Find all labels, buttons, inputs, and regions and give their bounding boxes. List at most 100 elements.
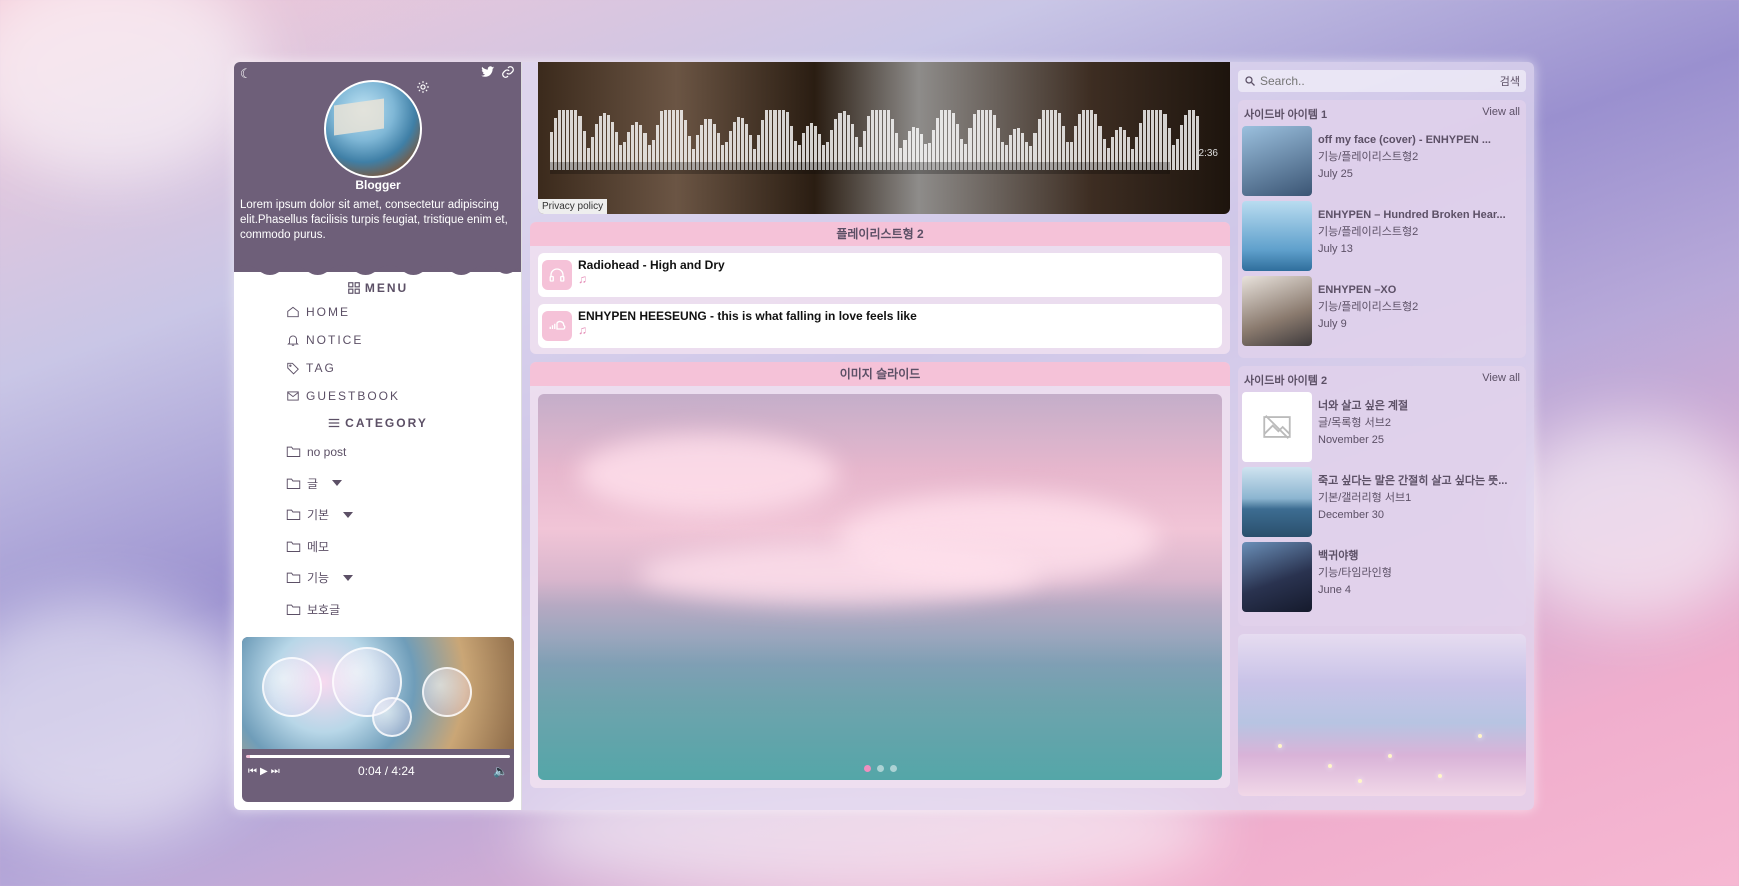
post-thumbnail (1242, 467, 1312, 537)
thumbnail-strip (550, 162, 1170, 174)
category-item-no-post[interactable]: no post (234, 436, 521, 468)
sidebar-post[interactable]: 백귀야행 기능/타임라인형 June 4 (1242, 542, 1522, 617)
waveform-bar (988, 110, 992, 170)
view-all-link[interactable]: View all (1482, 372, 1520, 388)
left-sidebar: ☾ Blogger Lorem ipsum dolor sit amet, co… (234, 62, 522, 810)
sidebar-banner-image (1238, 634, 1526, 796)
category-item-gineung[interactable]: 기능 (234, 562, 521, 594)
waveform-bar (1090, 110, 1094, 170)
search-icon (1245, 76, 1255, 86)
album-art (242, 637, 514, 749)
navigation: MENU HOME NOTICE TAG GUESTBOOK CATEGORY (234, 278, 521, 625)
category-item-memo[interactable]: 메모 (234, 531, 521, 563)
music-note-icon: ♫ (578, 323, 587, 337)
player-controls: ⏮ ▶ ⏭ 0:04 / 4:24 🔈 (242, 758, 514, 778)
main-content: 2:36 Privacy policy 플레이리스트형 2 Radiohead … (522, 62, 1238, 810)
waveform-bar (1175, 139, 1179, 170)
privacy-policy-link[interactable]: Privacy policy (538, 199, 608, 214)
previous-icon[interactable]: ⏮ (248, 766, 257, 777)
waveform-bar (769, 110, 773, 170)
waveform-bar (1155, 110, 1159, 170)
category-item-protected[interactable]: 보호글 (234, 594, 521, 626)
twitter-icon[interactable] (481, 65, 495, 79)
video-duration: 2:36 (1198, 148, 1218, 159)
waveform-bar (667, 110, 671, 170)
menu-heading: MENU (234, 278, 521, 298)
blogger-name: Blogger (355, 178, 401, 192)
waveform-bar (1183, 115, 1187, 170)
waveform-bar (1082, 110, 1086, 170)
headphones-icon (542, 260, 572, 290)
folder-icon (286, 446, 301, 458)
nav-item-notice[interactable]: NOTICE (234, 326, 521, 354)
slider-dot[interactable] (876, 765, 884, 772)
caret-down-icon[interactable] (343, 574, 354, 581)
track-title: Radiohead - High and Dry (578, 258, 725, 272)
next-icon[interactable]: ⏭ (271, 766, 280, 777)
category-item-geul[interactable]: 글 (234, 468, 521, 500)
blog-description: Lorem ipsum dolor sit amet, consectetur … (240, 199, 508, 241)
moon-icon[interactable]: ☾ (240, 66, 252, 82)
bell-icon (287, 335, 299, 346)
waveform-bar (765, 110, 769, 170)
slide-image[interactable] (538, 394, 1222, 780)
view-all-link[interactable]: View all (1482, 106, 1520, 122)
waveform-bar (675, 110, 679, 170)
playlist-item[interactable]: ENHYPEN HEESEUNG - this is what falling … (538, 304, 1222, 348)
sidebar-post[interactable]: 너와 살고 싶은 계절 글/목록형 서브2 November 25 (1242, 392, 1522, 467)
slider-dot[interactable] (863, 765, 871, 772)
waveform-bar (948, 110, 952, 170)
social-links (481, 65, 515, 79)
waveform-bar (875, 110, 879, 170)
blog-frame: ☾ Blogger Lorem ipsum dolor sit amet, co… (234, 62, 1534, 810)
waveform-bar (671, 110, 675, 170)
waveform-bar (1171, 144, 1175, 170)
sidebar-post[interactable]: ENHYPEN – Hundred Broken Hear... 기능/플레이리… (1242, 201, 1522, 276)
playlist-panel: 플레이리스트형 2 Radiohead - High and Dry ♫ ENH… (530, 222, 1230, 354)
sidebar-panel-header: 사이드바 아이템 2 View all (1244, 372, 1520, 388)
slider-title: 이미지 슬라이드 (530, 362, 1230, 386)
waveform-bar (883, 110, 887, 170)
home-icon (287, 306, 299, 318)
playlist-item[interactable]: Radiohead - High and Dry ♫ (538, 253, 1222, 297)
sidebar-post[interactable]: 죽고 싶다는 말은 간절히 살고 싶다는 뜻... 기본/갤러리형 서브1 De… (1242, 467, 1522, 542)
folder-icon (286, 478, 301, 489)
track-title: ENHYPEN HEESEUNG - this is what falling … (578, 309, 917, 323)
post-thumbnail (1242, 126, 1312, 196)
search-button[interactable]: 검색 (1500, 73, 1520, 89)
link-icon[interactable] (501, 65, 515, 79)
sidebar-panel-2: 사이드바 아이템 2 View all 너와 살고 싶은 계절 글/목록형 서브… (1238, 366, 1526, 626)
music-player: ⏮ ▶ ⏭ 0:04 / 4:24 🔈 (242, 637, 514, 802)
tag-icon (287, 362, 299, 375)
video-embed[interactable]: 2:36 Privacy policy (538, 62, 1230, 214)
sidebar-post[interactable]: off my face (cover) - ENHYPEN ... 기능/플레이… (1242, 126, 1522, 201)
sidebar-panel-1: 사이드바 아이템 1 View all off my face (cover) … (1238, 100, 1526, 358)
slider-dot[interactable] (889, 765, 897, 772)
play-icon[interactable]: ▶ (260, 766, 268, 777)
mail-icon (287, 391, 299, 401)
nav-item-guestbook[interactable]: GUESTBOOK (234, 382, 521, 410)
category-item-gibon[interactable]: 기본 (234, 499, 521, 531)
search-input[interactable] (1260, 74, 1496, 88)
waveform-bar (1041, 110, 1045, 170)
nav-item-tag[interactable]: TAG (234, 354, 521, 382)
waveform-bar (870, 110, 874, 170)
caret-down-icon[interactable] (332, 480, 343, 487)
waveform-bar (558, 110, 562, 170)
waveform-bar (1053, 110, 1057, 170)
waveform-bar (1187, 110, 1191, 170)
waveform-bar (1086, 110, 1090, 170)
sidebar-post[interactable]: ENHYPEN –XO 기능/플레이리스트형2 July 9 (1242, 276, 1522, 351)
slider-dots (538, 765, 1222, 772)
sidebar-panel-header: 사이드바 아이템 1 View all (1244, 106, 1520, 122)
no-image-icon (1242, 392, 1312, 462)
nav-item-home[interactable]: HOME (234, 298, 521, 326)
gear-icon[interactable] (416, 80, 430, 94)
volume-icon[interactable]: 🔈 (493, 764, 508, 778)
waveform-bar (984, 110, 988, 170)
caret-down-icon[interactable] (343, 511, 354, 518)
waveform-bar (1147, 110, 1151, 170)
soundcloud-icon (542, 311, 572, 341)
waveform-bar (663, 110, 667, 170)
waveform-bar (1159, 110, 1163, 170)
